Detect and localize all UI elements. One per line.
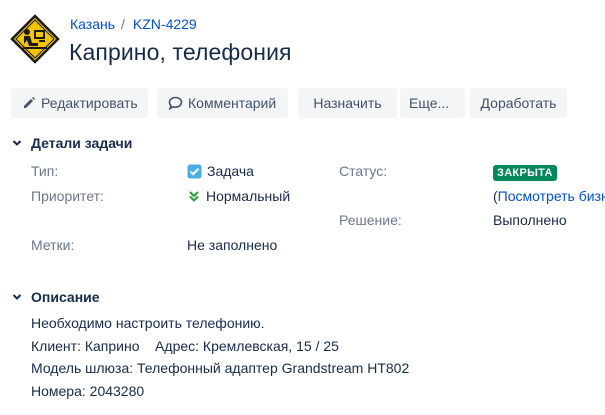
description-body[interactable]: Необходимо настроить телефонию. Клиент: … [31, 312, 409, 402]
description-section-toggle[interactable]: Описание [11, 289, 100, 305]
resolution-label: Решение: [339, 212, 402, 228]
more-actions-button[interactable]: Еще... [400, 88, 465, 118]
type-value: Задача [187, 163, 254, 179]
comment-button-label: Комментарий [188, 95, 277, 111]
comment-button[interactable]: Комментарий [157, 88, 288, 118]
chevron-down-icon [12, 140, 22, 146]
edit-button[interactable]: Редактировать [11, 88, 148, 118]
details-section-heading: Детали задачи [31, 135, 133, 151]
labels-value[interactable]: Не заполнено [187, 237, 277, 253]
return-button-label: Доработать [480, 95, 557, 111]
pencil-icon [24, 97, 35, 108]
return-for-rework-button[interactable]: Доработать [470, 88, 567, 118]
breadcrumb: Казань / KZN-4229 [70, 16, 197, 32]
type-label: Тип: [31, 163, 59, 179]
resolution-value: Выполнено [493, 212, 567, 228]
speech-bubble-icon [168, 96, 183, 110]
breadcrumb-separator: / [121, 16, 125, 32]
description-line: Номера: 2043280 [31, 382, 145, 399]
priority-value: Нормальный [187, 188, 290, 204]
description-line: Модель шлюза: Телефонный адаптер Grandst… [31, 360, 410, 376]
checkbox-task-icon [187, 164, 202, 178]
description-line: Необходимо настроить телефонию. [31, 315, 265, 331]
issue-header: Казань / KZN-4229 Каприно, телефония [10, 12, 605, 72]
view-workflow-row: (Посмотреть бизн [493, 188, 605, 204]
type-value-text: Задача [207, 163, 254, 179]
assign-button[interactable]: Назначить [298, 88, 397, 118]
status-badge: ЗАКРЫТА [493, 165, 557, 181]
project-avatar-icon[interactable] [10, 14, 60, 64]
description-line: Клиент: Каприно Адрес: Кремлевская, 15 /… [31, 337, 339, 354]
view-workflow-link[interactable]: Посмотреть бизн [498, 188, 605, 204]
chevron-down-icon [12, 294, 22, 300]
assign-button-label: Назначить [313, 95, 382, 111]
description-section-heading: Описание [31, 289, 100, 305]
priority-label: Приоритет: [31, 188, 104, 204]
double-chevron-down-icon [189, 191, 199, 202]
issue-title[interactable]: Каприно, телефония [69, 39, 292, 66]
status-label: Статус: [339, 163, 388, 179]
more-button-label: Еще... [409, 95, 450, 111]
breadcrumb-project-link[interactable]: Казань [70, 16, 115, 32]
priority-value-text: Нормальный [206, 188, 291, 204]
details-section-toggle[interactable]: Детали задачи [11, 135, 132, 151]
breadcrumb-issue-key-link[interactable]: KZN-4229 [133, 16, 197, 32]
labels-label: Метки: [31, 237, 75, 253]
edit-button-label: Редактировать [41, 95, 138, 111]
